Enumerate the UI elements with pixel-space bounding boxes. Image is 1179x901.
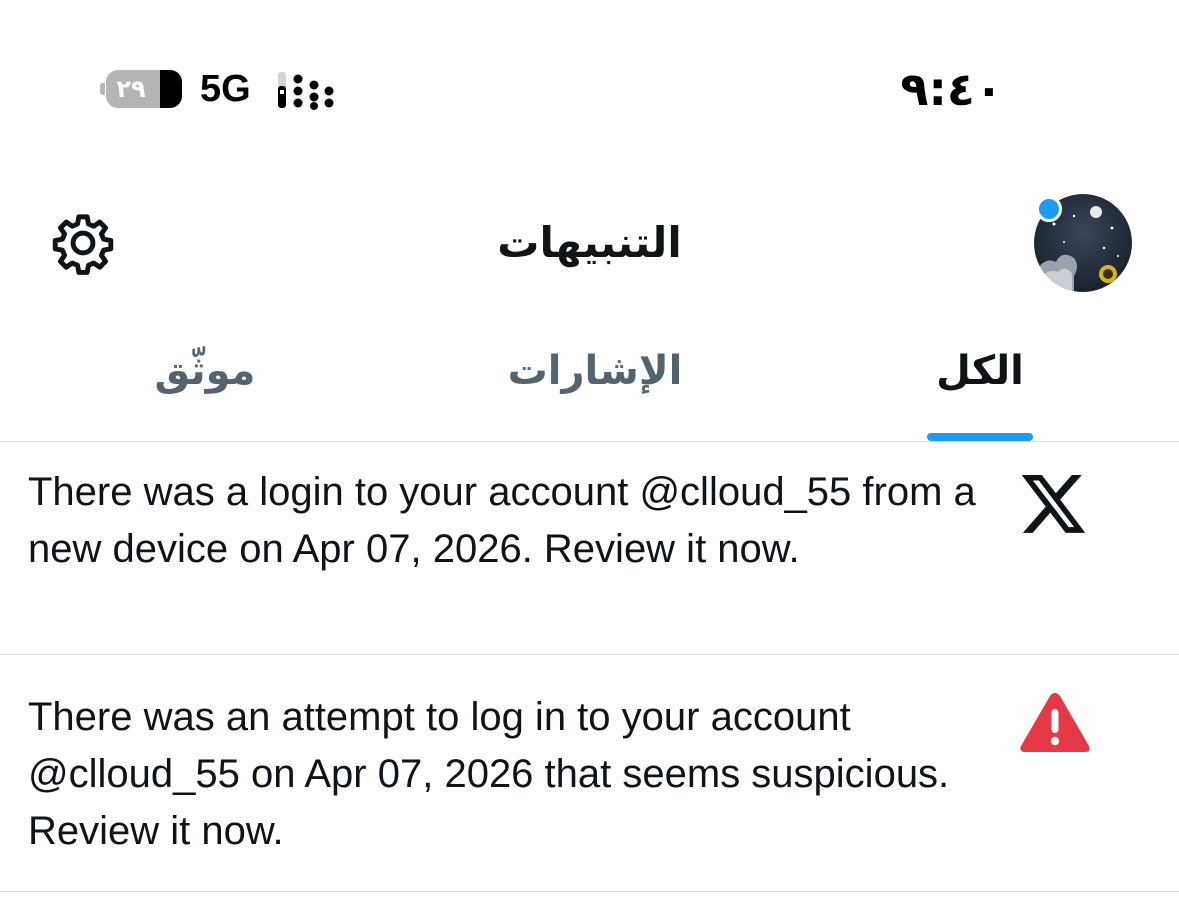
battery-cap — [100, 83, 105, 95]
battery-indicator: ٢٩ — [100, 70, 184, 108]
signal-strength-icon — [278, 72, 334, 110]
notification-text: There was a login to your account @cllou… — [28, 470, 976, 571]
page-title: التنبيهات — [497, 218, 682, 267]
tab-label: الكل — [936, 348, 1024, 394]
notification-text: There was an attempt to log in to your a… — [28, 695, 950, 853]
status-time: ٩:٤٠ — [900, 62, 1003, 116]
status-bar: ٢٩ 5G ٩:٤٠ — [0, 0, 1179, 150]
profile-avatar-button[interactable] — [1034, 194, 1132, 292]
warning-icon — [1020, 693, 1090, 752]
active-tab-indicator — [927, 433, 1033, 441]
tab-label: الإشارات — [507, 348, 683, 394]
tab-mentions[interactable]: الإشارات — [455, 330, 735, 441]
x-logo-icon — [1022, 475, 1086, 533]
notification-item[interactable]: There was a login to your account @cllou… — [0, 442, 1179, 655]
network-type: 5G — [200, 68, 251, 110]
tab-label: موثّق — [154, 348, 256, 394]
new-activity-dot — [1036, 196, 1062, 222]
top-header: التنبيهات — [0, 180, 1179, 300]
tab-all[interactable]: الكل — [840, 330, 1120, 441]
battery-fill — [159, 70, 182, 108]
tab-verified[interactable]: موثّق — [65, 330, 345, 441]
battery-level: ٢٩ — [116, 75, 146, 103]
notification-item[interactable]: There was an attempt to log in to your a… — [0, 655, 1179, 892]
notification-tabs: الكل الإشارات موثّق — [0, 330, 1179, 442]
